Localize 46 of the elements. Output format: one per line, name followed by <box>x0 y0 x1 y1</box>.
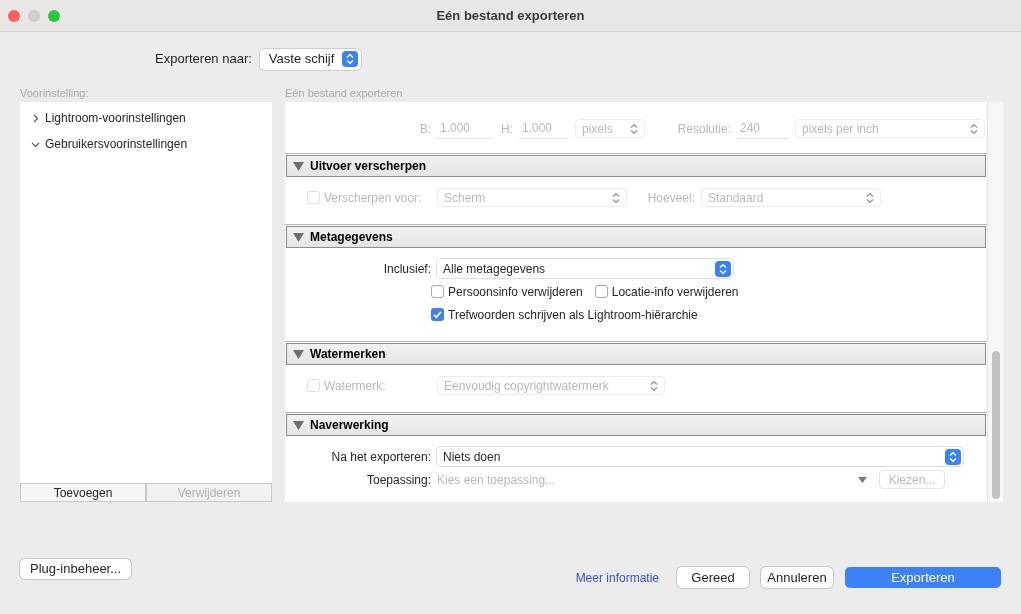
window-title: Eén bestand exporteren <box>436 6 585 25</box>
checkbox-label: Verscherpen voor: <box>324 189 422 207</box>
triangle-down-icon <box>293 420 304 430</box>
triangle-down-icon <box>293 349 304 359</box>
checkbox-label: Persoonsinfo verwijderen <box>448 283 583 301</box>
panel-title: Eén bestand exporteren <box>285 86 404 101</box>
scrollbar[interactable] <box>987 102 1003 502</box>
checkbox-label: Trefwoorden schrijven als Lightroom-hiërarchie <box>448 306 698 324</box>
field-label: H: <box>500 120 513 138</box>
dropdown-select[interactable]: Niets doen <box>437 447 963 466</box>
checkbox[interactable] <box>431 285 444 298</box>
stepper-icon <box>342 51 359 67</box>
preset-folder[interactable]: Lightroom-voorinstellingen <box>20 105 272 131</box>
preset-folder[interactable]: Gebruikersvoorinstellingen <box>20 131 272 157</box>
triangle-down-icon <box>293 161 304 171</box>
section-header[interactable]: Naverwerking <box>286 414 986 436</box>
preset-label: Voorinstelling: <box>20 86 90 101</box>
plugin-manager-button[interactable]: Plug-inbeheer... <box>20 559 132 579</box>
field-label: Inclusief: <box>382 260 431 278</box>
triangle-down-icon <box>293 232 304 242</box>
dropdown-select[interactable]: Alle metagegevens <box>437 259 733 278</box>
field-label: Toepassing: <box>365 471 431 489</box>
more-info-link[interactable]: Meer informatie <box>575 568 659 587</box>
minimize-button[interactable] <box>28 9 40 22</box>
dropdown-triangle-icon[interactable] <box>858 476 867 483</box>
stepper-icon <box>715 260 731 277</box>
checkbox-label: Locatie-info verwijderen <box>611 283 739 301</box>
section-header[interactable]: Uitvoer verscherpen <box>286 155 986 177</box>
checkbox[interactable] <box>594 285 608 298</box>
section-header[interactable]: Watermerken <box>286 343 986 365</box>
checkbox-label: Watermerk: <box>324 377 386 395</box>
dialog-button[interactable]: Gereed <box>677 567 749 588</box>
field-label: Na het exporteren: <box>330 448 431 466</box>
stepper-icon <box>945 448 961 465</box>
zoom-button[interactable] <box>48 9 60 22</box>
checkbox[interactable] <box>431 308 444 321</box>
field-label: Resolutie: <box>676 120 731 138</box>
field-label: Hoeveel: <box>646 189 695 207</box>
export-target-select[interactable]: Vaste schijf <box>259 48 362 70</box>
close-button[interactable] <box>8 9 20 22</box>
dialog-button[interactable]: Annuleren <box>761 567 833 588</box>
preset-button[interactable]: Toevoegen <box>20 483 146 502</box>
dialog-button[interactable]: Exporteren <box>845 567 1001 588</box>
export-to-label: Exporteren naar: <box>155 50 252 69</box>
field-label: B: <box>418 120 431 138</box>
section-header[interactable]: Metagegevens <box>286 226 986 248</box>
